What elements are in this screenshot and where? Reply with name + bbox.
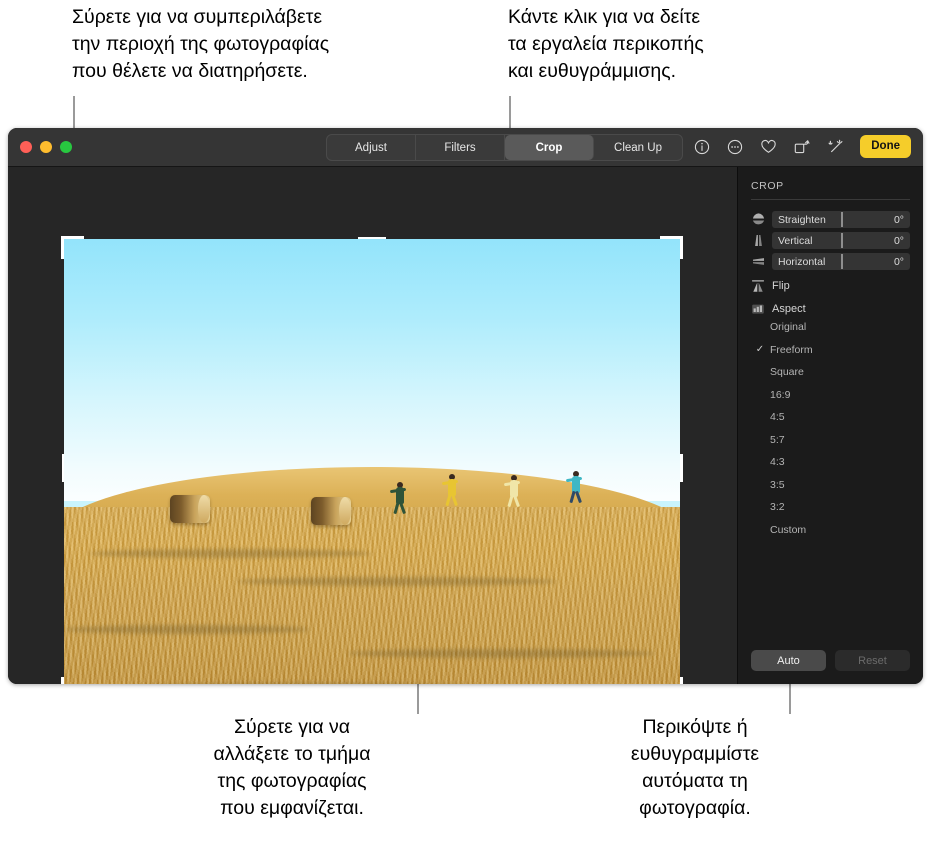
rotate-icon[interactable] (791, 137, 811, 157)
slider-row-horizontal: Horizontal 0° (751, 253, 910, 270)
callout-drag-to-include: Σύρετε για να συμπεριλάβετε την περιοχή … (72, 6, 330, 82)
flip-icon (751, 279, 765, 293)
aspect-option-square[interactable]: Square (751, 361, 910, 384)
editor-content-area: CROP Straighten 0° Vertical 0° Horizonta… (8, 167, 923, 684)
slider-straighten[interactable]: Straighten 0° (772, 211, 910, 228)
tab-clean-up[interactable]: Clean Up (594, 135, 682, 160)
more-options-icon[interactable] (725, 137, 745, 157)
minimize-button[interactable] (40, 141, 52, 153)
callout-drag-to-change-portion: Σύρετε για να αλλάξετε το τμήμα της φωτο… (213, 716, 371, 819)
slider-row-straighten: Straighten 0° (751, 211, 910, 228)
aspect-option-4-5[interactable]: 4:5 (751, 406, 910, 429)
info-icon[interactable] (692, 137, 712, 157)
zoom-button[interactable] (60, 141, 72, 153)
auto-button[interactable]: Auto (751, 650, 826, 671)
close-button[interactable] (20, 141, 32, 153)
photo-image[interactable] (64, 239, 680, 684)
flip-row[interactable]: Flip (751, 279, 910, 293)
aspect-option-3-5[interactable]: 3:5 (751, 474, 910, 497)
edit-mode-segmented-control: Adjust Filters Crop Clean Up (326, 134, 683, 161)
photo-canvas (8, 167, 737, 684)
aspect-option-4-3[interactable]: 4:3 (751, 451, 910, 474)
crop-inspector-panel: CROP Straighten 0° Vertical 0° Horizonta… (737, 167, 923, 684)
hay-bale-2 (311, 497, 351, 525)
crop-handle-right[interactable] (680, 454, 683, 482)
tab-adjust[interactable]: Adjust (327, 135, 416, 160)
sky-region (64, 239, 680, 501)
crop-handle-top-right[interactable] (660, 236, 683, 259)
aspect-check-freeform: ✓ (755, 344, 765, 356)
slider-thumb-straighten[interactable] (841, 212, 843, 227)
straighten-icon (751, 212, 766, 227)
done-button[interactable]: Done (860, 135, 911, 158)
aspect-option-16-9[interactable]: 16:9 (751, 384, 910, 407)
callout-click-for-crop-tools: Κάντε κλικ για να δείτε τα εργαλεία περι… (508, 6, 704, 82)
aspect-label: Aspect (772, 303, 806, 315)
slider-horizontal[interactable]: Horizontal 0° (772, 253, 910, 270)
photos-editor-window: Adjust Filters Crop Clean Up Done CROP S… (8, 128, 923, 684)
field-region (64, 507, 680, 684)
aspect-option-5-7[interactable]: 5:7 (751, 429, 910, 452)
crop-frame[interactable] (61, 236, 683, 684)
slider-value-straighten: 0° (893, 213, 904, 226)
reset-button[interactable]: Reset (835, 650, 910, 671)
crop-handle-bottom-right[interactable] (660, 677, 683, 684)
callout-auto-crop-straighten: Περικόψτε ή ευθυγραμμίστε αυτόματα τη φω… (630, 716, 760, 819)
vertical-icon (751, 233, 766, 248)
aspect-option-original[interactable]: Original (751, 316, 910, 339)
slider-label-straighten: Straighten (778, 213, 826, 226)
crop-handle-left[interactable] (61, 454, 64, 482)
tab-filters[interactable]: Filters (416, 135, 505, 160)
slider-thumb-vertical[interactable] (841, 233, 843, 248)
aspect-option-3-2[interactable]: 3:2 (751, 496, 910, 519)
window-controls (20, 141, 72, 153)
aspect-icon (751, 302, 765, 316)
slider-value-vertical: 0° (893, 234, 904, 247)
aspect-option-freeform[interactable]: ✓ Freeform (751, 339, 910, 362)
tab-crop[interactable]: Crop (505, 135, 594, 160)
slider-row-vertical: Vertical 0° (751, 232, 910, 249)
slider-label-vertical: Vertical (778, 234, 813, 247)
inspector-action-buttons: Auto Reset (751, 650, 910, 671)
slider-vertical[interactable]: Vertical 0° (772, 232, 910, 249)
slider-label-horizontal: Horizontal (778, 255, 826, 268)
slider-value-horizontal: 0° (893, 255, 904, 268)
editor-toolbar-right: Done (692, 134, 911, 159)
window-titlebar: Adjust Filters Crop Clean Up Done (8, 128, 923, 167)
aspect-option-custom[interactable]: Custom (751, 519, 910, 542)
favorite-heart-icon[interactable] (758, 137, 778, 157)
hay-bale-1 (170, 495, 210, 523)
aspect-options-list: Original ✓ Freeform Square 16:9 4:5 5:7 … (751, 316, 910, 541)
flip-label: Flip (772, 280, 790, 292)
crop-handle-bottom-left[interactable] (61, 677, 84, 684)
horizontal-icon (751, 254, 766, 269)
slider-thumb-horizontal[interactable] (841, 254, 843, 269)
crop-handle-top[interactable] (358, 236, 386, 239)
crop-handle-top-left[interactable] (61, 236, 84, 259)
auto-enhance-wand-icon[interactable] (824, 137, 844, 157)
aspect-row[interactable]: Aspect (751, 302, 910, 316)
crop-panel-title: CROP (751, 180, 784, 192)
panel-divider (751, 199, 910, 200)
